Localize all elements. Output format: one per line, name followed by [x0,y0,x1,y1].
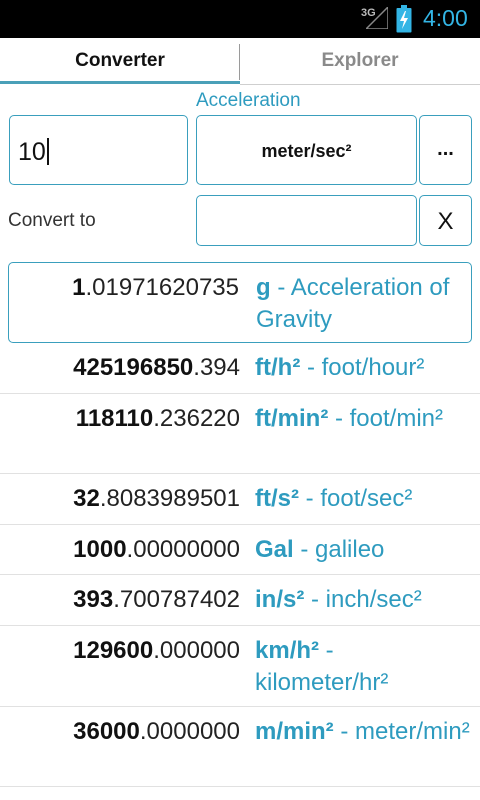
list-item[interactable]: 36000.0000000 m/min² - meter/min² [0,707,480,787]
result-unit: ft/min² - foot/min² [255,405,444,432]
tab-converter[interactable]: Converter [0,38,240,86]
battery-charging-icon [396,5,412,33]
result-value: 32.8083989501 [73,485,240,512]
result-value: 1.01971620735 [72,274,239,301]
results-list: 1.01971620735 g - Acceleration of Gravit… [0,262,480,787]
to-unit-field[interactable] [196,195,417,246]
clock: 4:00 [423,5,468,31]
result-value: 129600.000000 [73,637,240,664]
list-item[interactable]: 129600.000000 km/h² - kilometer/hr² [0,626,480,707]
list-item[interactable]: 1.01971620735 g - Acceleration of Gravit… [8,262,472,343]
list-item[interactable]: 393.700787402 in/s² - inch/sec² [0,575,480,626]
list-item[interactable]: 118110.236220 ft/min² - foot/min² [0,394,480,474]
category-label[interactable]: Acceleration [196,90,301,112]
result-value: 1000.00000000 [73,536,240,563]
result-value: 118110.236220 [75,405,240,432]
tab-bar: Converter Explorer [0,38,480,86]
list-item[interactable]: 32.8083989501 ft/s² - foot/sec² [0,474,480,525]
result-unit: in/s² - inch/sec² [255,586,422,613]
convert-to-label: Convert to [8,210,96,231]
result-value: 393.700787402 [73,586,240,613]
from-unit-button[interactable]: meter/sec² [196,115,417,185]
clear-button[interactable]: X [419,195,472,246]
result-unit: g - Acceleration of Gravity [256,274,450,333]
result-unit: Gal - galileo [255,536,385,563]
result-unit: ft/s² - foot/sec² [255,485,413,512]
value-input[interactable]: 10 [9,115,188,185]
result-unit: km/h² - kilometer/hr² [255,637,389,696]
list-item[interactable]: 425196850.394 ft/h² - foot/hour² [0,343,480,394]
signal-icon [366,7,388,29]
value-text: 10 [18,138,46,166]
list-item[interactable]: 1000.00000000 Gal - galileo [0,525,480,575]
tab-underline [240,84,480,85]
text-cursor [46,138,49,165]
tab-explorer[interactable]: Explorer [240,38,480,86]
result-unit: m/min² - meter/min² [255,718,470,745]
status-bar: 3G 4:00 [0,0,480,38]
result-unit: ft/h² - foot/hour² [255,354,425,381]
more-units-button[interactable]: ... [419,115,472,185]
result-value: 425196850.394 [73,354,240,381]
result-value: 36000.0000000 [73,718,240,745]
